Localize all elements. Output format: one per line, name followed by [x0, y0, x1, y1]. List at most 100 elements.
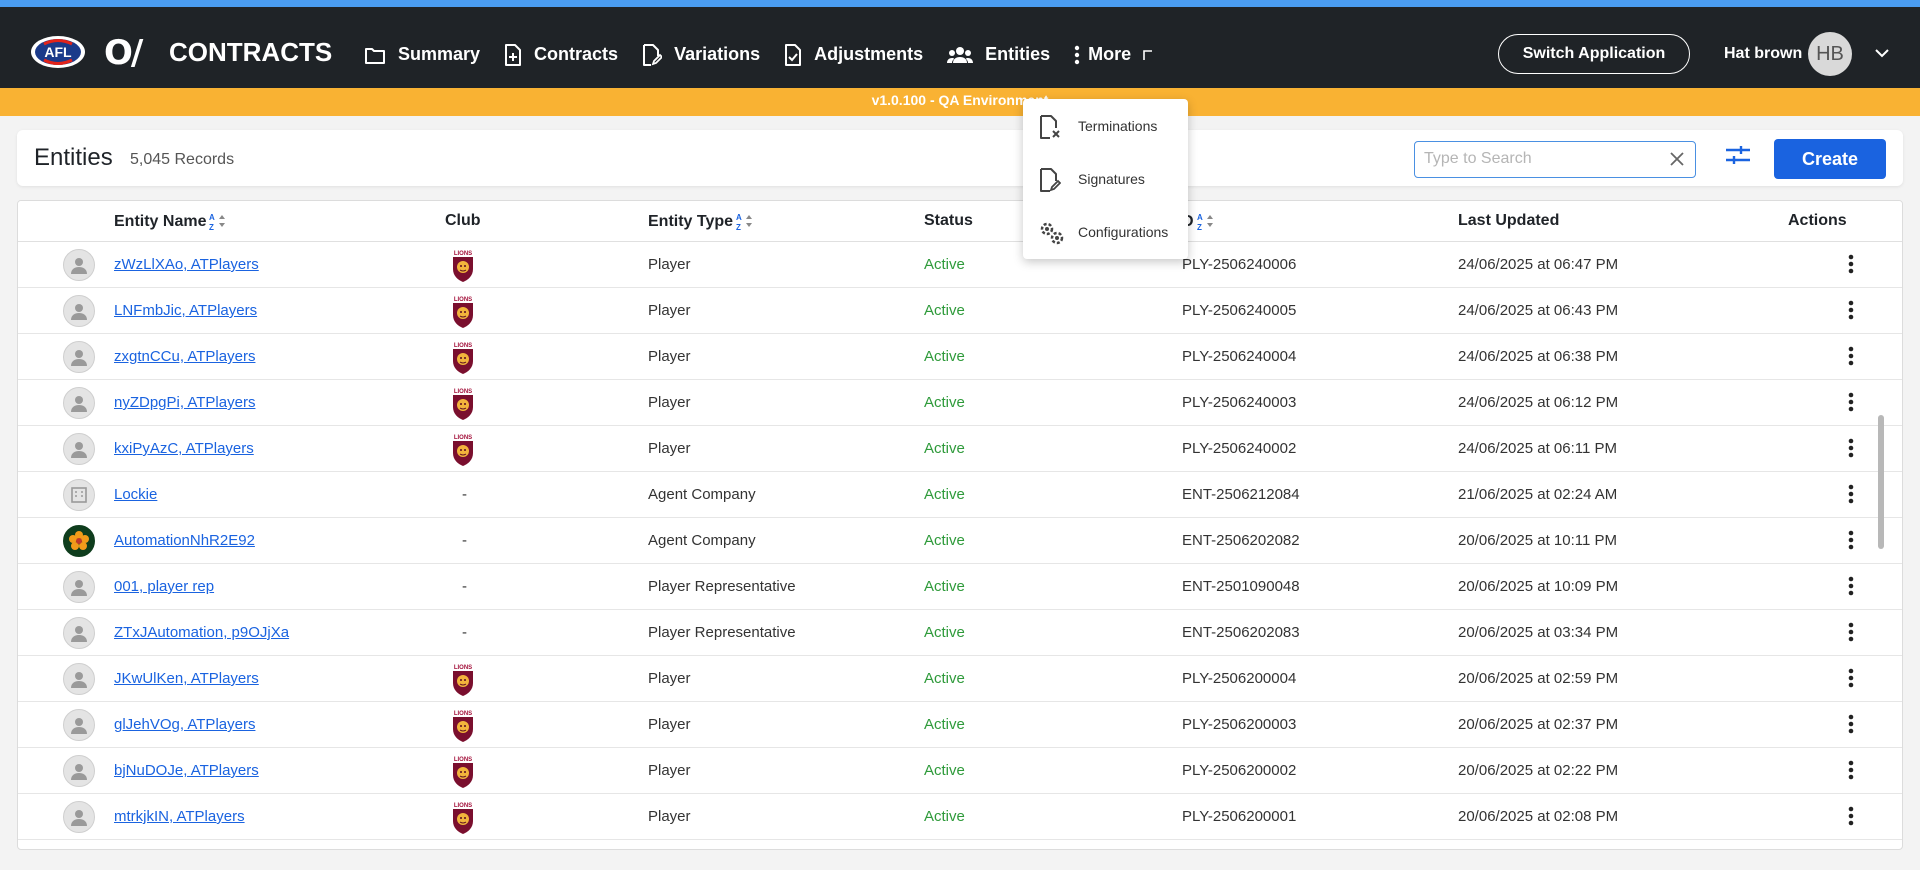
more-vertical-icon[interactable]	[1848, 530, 1854, 555]
table-row[interactable]: ZTxJAutomation, p9OJjXa - Player Represent…	[18, 610, 1902, 656]
entity-id: PLY-2506240002	[1182, 440, 1297, 457]
more-vertical-icon	[1074, 45, 1080, 65]
table-header: Entity Name AZ Club Entity Type AZ Statu…	[18, 201, 1902, 242]
more-vertical-icon[interactable]	[1848, 576, 1854, 601]
document-x-icon	[1039, 115, 1061, 144]
last-updated: 24/06/2025 at 06:43 PM	[1458, 302, 1619, 319]
app-title: CONTRACTS	[169, 37, 333, 67]
entity-name-link[interactable]: kxiPyAzC, ATPlayers	[114, 440, 254, 457]
entity-type: Player	[648, 440, 691, 457]
person-avatar-icon	[63, 249, 95, 281]
table-row[interactable]: mtrkjkIN, ATPlayers LIONS Player Active PLY-…	[18, 794, 1902, 840]
afl-logo[interactable]: AFL	[30, 34, 86, 70]
club-logo-lions: LIONS	[447, 386, 479, 427]
more-vertical-icon[interactable]	[1848, 300, 1854, 325]
table-row[interactable]: glJehVOg, ATPlayers LIONS Player Active PLY-…	[18, 702, 1902, 748]
menu-item-signatures-label: Signatures	[1078, 171, 1145, 187]
column-last-updated: Last Updated	[1458, 212, 1560, 229]
sort-alpha-icon[interactable]: AZ	[209, 212, 227, 232]
entity-name-link[interactable]: bjNuDOJe, ATPlayers	[114, 762, 259, 779]
filter-settings-icon[interactable]	[1725, 144, 1751, 171]
create-button[interactable]: Create	[1774, 139, 1886, 179]
entity-name-link[interactable]: nyZDpgPi, ATPlayers	[114, 394, 255, 411]
table-row[interactable]: AutomationNhR2E92 - Agent Company Active ENT…	[18, 518, 1902, 564]
svg-text:AFL: AFL	[44, 44, 72, 60]
table-row[interactable]: nyZDpgPi, ATPlayers LIONS Player Active PLY-…	[18, 380, 1902, 427]
entity-name-link[interactable]: mtrkjkIN, ATPlayers	[114, 808, 245, 825]
status-text: Active	[924, 256, 965, 273]
entity-type: Player	[648, 716, 691, 733]
nav-more[interactable]: More	[1062, 14, 1165, 95]
table-row[interactable]: zxgtnCCu, ATPlayers LIONS Player Active PLY-…	[18, 334, 1902, 380]
more-vertical-icon[interactable]	[1848, 254, 1854, 279]
last-updated: 24/06/2025 at 06:11 PM	[1458, 440, 1618, 457]
table-row[interactable]: bjNuDOJe, ATPlayers LIONS Player Active PLY-…	[18, 748, 1902, 794]
svg-text:LIONS: LIONS	[454, 757, 472, 763]
table-row[interactable]: JKwUlKen, ATPlayers LIONS Player Active PLY-…	[18, 656, 1902, 702]
table-row[interactable]: kxiPyAzC, ATPlayers LIONS Player Active PLY-…	[18, 426, 1902, 472]
svg-text:LIONS: LIONS	[454, 435, 472, 441]
table-row[interactable]: zWzLlXAo, ATPlayers LIONS Player Active PLY-…	[18, 242, 1902, 289]
nav-variations-label: Variations	[674, 44, 761, 64]
entity-name-link[interactable]: Lockie	[114, 486, 157, 503]
table-row[interactable]: LNFmbJic, ATPlayers LIONS Player Active PLY-…	[18, 288, 1902, 334]
record-count: 5,045 Records	[130, 151, 235, 168]
last-updated: 24/06/2025 at 06:47 PM	[1458, 256, 1619, 273]
entity-id: ENT-2506202083	[1182, 624, 1300, 641]
entity-id: PLY-2506200002	[1182, 762, 1297, 779]
more-vertical-icon[interactable]	[1848, 438, 1854, 463]
club-logo-lions: LIONS	[447, 248, 479, 289]
entity-name-link[interactable]: JKwUlKen, ATPlayers	[114, 670, 259, 687]
person-avatar-icon	[63, 387, 95, 419]
club-empty: -	[462, 624, 467, 641]
document-sign-icon	[1039, 168, 1062, 197]
close-icon[interactable]	[1669, 151, 1685, 172]
more-vertical-icon[interactable]	[1848, 760, 1854, 785]
entity-type: Player	[648, 256, 691, 273]
more-vertical-icon[interactable]	[1848, 806, 1854, 831]
switch-application-button[interactable]: Switch Application	[1498, 34, 1690, 74]
table-row[interactable]: Lockie - Agent Company Active ENT-2506212084…	[18, 472, 1902, 518]
nav-entities-label: Entities	[985, 44, 1051, 64]
user-name[interactable]: Hat brown	[1724, 45, 1802, 63]
entity-name-link[interactable]: zxgtnCCu, ATPlayers	[114, 348, 255, 365]
scrollbar-thumb[interactable]	[1878, 415, 1884, 549]
sort-alpha-icon[interactable]: AZ	[736, 212, 754, 232]
column-entity-type-label: Entity Type	[648, 213, 734, 230]
svg-text:Z: Z	[209, 223, 214, 232]
more-vertical-icon[interactable]	[1848, 392, 1854, 417]
nav-entities[interactable]: Entities	[935, 14, 1063, 95]
entity-name-link[interactable]: glJehVOg, ATPlayers	[114, 716, 255, 733]
column-entity-type[interactable]: Entity Type AZ	[648, 212, 754, 232]
more-vertical-icon[interactable]	[1848, 622, 1854, 647]
menu-item-terminations[interactable]: Terminations	[1023, 101, 1188, 151]
entity-name-link[interactable]: LNFmbJic, ATPlayers	[114, 302, 257, 319]
entity-name-link[interactable]: 001, player rep	[114, 578, 214, 595]
more-vertical-icon[interactable]	[1848, 484, 1854, 509]
status-text: Active	[924, 440, 965, 457]
entity-name-link[interactable]: AutomationNhR2E92	[114, 532, 255, 549]
nav-summary[interactable]: Summary	[352, 14, 492, 95]
user-avatar[interactable]: HB	[1808, 32, 1852, 76]
more-vertical-icon[interactable]	[1848, 668, 1854, 693]
more-vertical-icon[interactable]	[1848, 346, 1854, 371]
svg-text:LIONS: LIONS	[454, 297, 472, 303]
page-title: Entities	[34, 144, 113, 171]
nav-contracts[interactable]: Contracts	[492, 14, 630, 95]
menu-item-configurations[interactable]: Configurations	[1023, 207, 1188, 257]
more-vertical-icon[interactable]	[1848, 714, 1854, 739]
chevron-down-icon[interactable]	[1874, 45, 1890, 63]
entity-name-link[interactable]: zWzLlXAo, ATPlayers	[114, 256, 259, 273]
search-input[interactable]	[1424, 142, 1654, 176]
sort-alpha-icon[interactable]: AZ	[1197, 212, 1215, 232]
nav-summary-label: Summary	[398, 44, 481, 64]
entity-name-link[interactable]: ZTxJAutomation, p9OJjXa	[114, 624, 289, 641]
svg-text:LIONS: LIONS	[454, 389, 472, 395]
table-row[interactable]: 001, player rep - Player Representative Act…	[18, 564, 1902, 610]
club-empty: -	[462, 532, 467, 549]
column-entity-name[interactable]: Entity Name AZ	[114, 212, 227, 232]
ol-logo: O/	[104, 33, 143, 73]
menu-item-signatures[interactable]: Signatures	[1023, 154, 1188, 204]
nav-adjustments[interactable]: Adjustments	[772, 14, 935, 95]
nav-variations[interactable]: Variations	[630, 14, 772, 95]
